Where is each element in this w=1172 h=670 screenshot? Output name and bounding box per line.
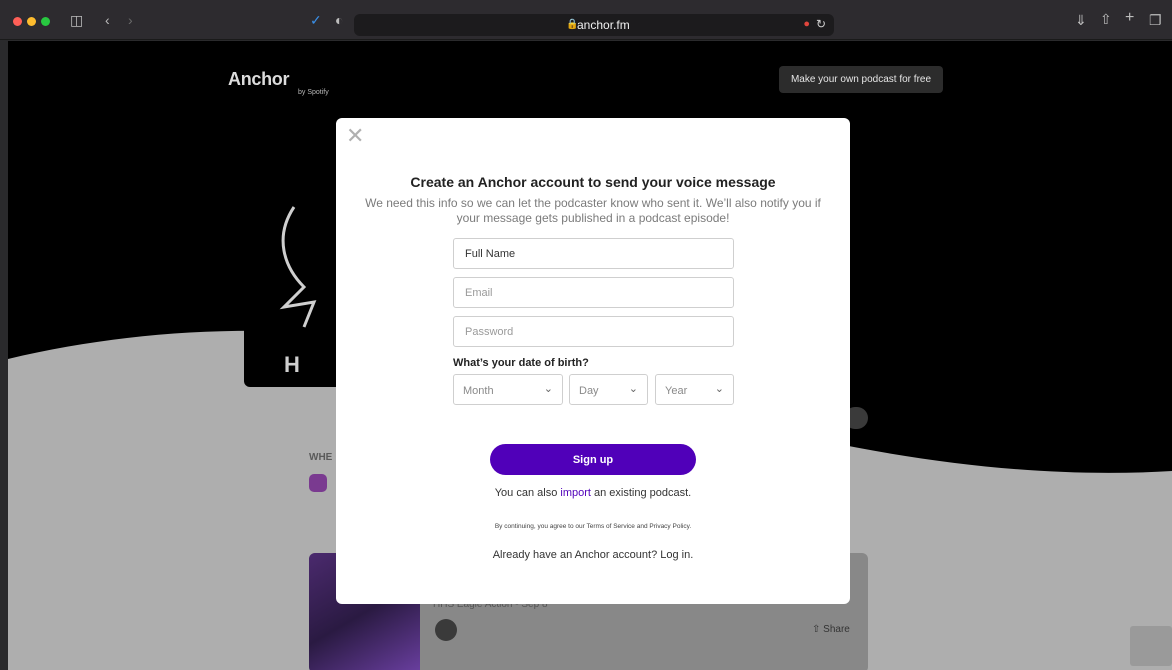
import-link[interactable]: import bbox=[560, 487, 591, 499]
sidebar-icon[interactable]: ◫ bbox=[70, 13, 83, 27]
brand-by: by Spotify bbox=[298, 89, 329, 96]
terms-text: By continuing, you agree to our Terms of… bbox=[336, 523, 850, 530]
play-icon[interactable] bbox=[435, 619, 457, 641]
day-select-value: Day bbox=[579, 385, 599, 397]
cover-text: H bbox=[284, 352, 300, 377]
download-icon[interactable]: ⇓ bbox=[1075, 13, 1087, 27]
close-icon[interactable]: ✕ bbox=[346, 125, 364, 147]
shield-icon[interactable]: ◐ bbox=[335, 13, 343, 27]
modal-title: Create an Anchor account to send your vo… bbox=[410, 174, 776, 190]
brand-name: Anchor bbox=[228, 69, 290, 89]
month-select-value: Month bbox=[463, 385, 494, 397]
window-minimize-button[interactable] bbox=[27, 17, 36, 26]
login-link[interactable]: Already have an Anchor account? Log in. bbox=[336, 549, 850, 561]
full-name-input[interactable] bbox=[453, 238, 734, 269]
url-text: anchor.fm bbox=[577, 18, 630, 32]
where-label: WHE bbox=[309, 452, 333, 463]
terms-suffix: . bbox=[689, 523, 692, 530]
make-podcast-button[interactable]: Make your own podcast for free bbox=[779, 66, 943, 93]
modal-subtitle: We need this info so we can let the podc… bbox=[365, 196, 821, 225]
year-select[interactable]: Year ⌄ bbox=[655, 374, 734, 405]
chevron-down-icon: ⌄ bbox=[628, 383, 638, 395]
dob-label: What’s your date of birth? bbox=[453, 357, 589, 369]
import-suffix: an existing podcast. bbox=[590, 487, 692, 499]
signup-modal: ✕ Create an Anchor account to send your … bbox=[336, 118, 850, 604]
reload-icon[interactable]: ↻ bbox=[816, 17, 826, 31]
import-text: You can also import an existing podcast. bbox=[336, 487, 850, 499]
terms-and: and bbox=[634, 523, 650, 530]
tabs-icon[interactable]: ❐ bbox=[1149, 13, 1162, 27]
forward-icon[interactable]: › bbox=[128, 13, 133, 27]
window-close-button[interactable] bbox=[13, 17, 22, 26]
terms-prefix: By continuing, you agree to our bbox=[494, 523, 587, 530]
chevron-down-icon: ⌄ bbox=[714, 383, 724, 395]
month-select[interactable]: Month ⌄ bbox=[453, 374, 563, 405]
recaptcha-badge[interactable] bbox=[1130, 626, 1172, 666]
import-prefix: You can also bbox=[494, 487, 561, 499]
anchor-logo[interactable]: Anchor by Spotify bbox=[228, 69, 329, 96]
window-zoom-button[interactable] bbox=[41, 17, 50, 26]
chevron-down-icon: ⌄ bbox=[543, 383, 553, 395]
share-icon[interactable]: ⇧ bbox=[1100, 12, 1112, 26]
extension-icon[interactable]: ✓ bbox=[310, 13, 322, 27]
password-input[interactable] bbox=[453, 316, 734, 347]
new-tab-icon[interactable]: + bbox=[1125, 10, 1134, 26]
day-select[interactable]: Day ⌄ bbox=[569, 374, 648, 405]
year-select-value: Year bbox=[665, 385, 688, 397]
privacy-policy-link[interactable]: Privacy Policy bbox=[649, 523, 689, 530]
address-bar[interactable]: 🔒 anchor.fm ● ↻ bbox=[354, 14, 834, 36]
share-label: Share bbox=[823, 624, 850, 635]
episode-share-button[interactable]: ⇧ Share bbox=[812, 624, 850, 635]
share-icon: ⇧ bbox=[812, 624, 824, 635]
terms-of-service-link[interactable]: Terms of Service bbox=[587, 523, 635, 530]
email-input[interactable] bbox=[453, 277, 734, 308]
browser-toolbar: ◫ ‹ › ✓ ◐ 🔒 anchor.fm ● ↻ ⇓ ⇧ + ❐ bbox=[0, 0, 1172, 40]
back-icon[interactable]: ‹ bbox=[105, 13, 110, 27]
signup-button[interactable]: Sign up bbox=[490, 444, 696, 475]
mic-icon[interactable]: ● bbox=[803, 18, 810, 30]
apple-podcasts-icon[interactable] bbox=[309, 474, 327, 492]
